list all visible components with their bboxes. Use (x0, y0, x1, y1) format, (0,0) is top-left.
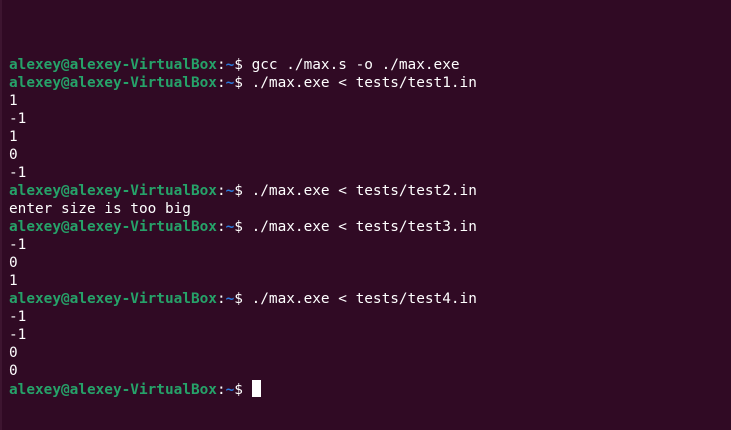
output-line: 1 (9, 128, 731, 146)
prompt-path: ~ (225, 75, 235, 91)
prompt-separator: : (216, 291, 226, 307)
output-line: 0 (9, 146, 731, 164)
prompt-line: alexey@alexey-VirtualBox:~$ (9, 380, 731, 398)
command-text: ./max.exe < tests/test3.in (251, 219, 477, 235)
prompt-dollar-sign: $ (234, 291, 252, 307)
output-text: 1 (9, 129, 18, 145)
output-text: -1 (9, 327, 27, 343)
prompt-path: ~ (225, 291, 235, 307)
output-line: 1 (9, 92, 731, 110)
output-line: 0 (9, 362, 731, 380)
prompt-path: ~ (225, 183, 235, 199)
terminal-output: alexey@alexey-VirtualBox:~$ gcc ./max.s … (9, 56, 731, 398)
prompt-user-host: alexey@alexey-VirtualBox (9, 219, 217, 235)
prompt-user-host: alexey@alexey-VirtualBox (9, 291, 217, 307)
output-line: 0 (9, 254, 731, 272)
output-line: -1 (9, 308, 731, 326)
prompt-separator: : (216, 183, 226, 199)
prompt-separator: : (216, 219, 226, 235)
prompt-user-host: alexey@alexey-VirtualBox (9, 382, 217, 398)
prompt-line: alexey@alexey-VirtualBox:~$ ./max.exe < … (9, 218, 731, 236)
prompt-line: alexey@alexey-VirtualBox:~$ ./max.exe < … (9, 74, 731, 92)
window-left-edge (0, 0, 2, 430)
output-text: enter size is too big (9, 201, 191, 217)
prompt-path: ~ (225, 57, 235, 73)
terminal-window[interactable]: alexey@alexey-VirtualBox:~$ gcc ./max.s … (0, 0, 731, 430)
command-text: ./max.exe < tests/test1.in (251, 75, 477, 91)
output-text: 0 (9, 363, 18, 379)
output-text: 1 (9, 93, 18, 109)
prompt-dollar-sign: $ (234, 75, 252, 91)
prompt-separator: : (216, 57, 226, 73)
prompt-line: alexey@alexey-VirtualBox:~$ gcc ./max.s … (9, 56, 731, 74)
command-text: ./max.exe < tests/test2.in (251, 183, 477, 199)
output-text: -1 (9, 309, 27, 325)
prompt-separator: : (216, 382, 226, 398)
output-line: 0 (9, 344, 731, 362)
prompt-path: ~ (225, 382, 235, 398)
prompt-line: alexey@alexey-VirtualBox:~$ ./max.exe < … (9, 290, 731, 308)
output-text: 0 (9, 345, 18, 361)
command-text: ./max.exe < tests/test4.in (251, 291, 477, 307)
output-text: 0 (9, 255, 18, 271)
output-text: -1 (9, 111, 27, 127)
command-text: gcc ./max.s -o ./max.exe (251, 57, 460, 73)
prompt-path: ~ (225, 219, 235, 235)
prompt-user-host: alexey@alexey-VirtualBox (9, 75, 217, 91)
output-line: -1 (9, 326, 731, 344)
prompt-line: alexey@alexey-VirtualBox:~$ ./max.exe < … (9, 182, 731, 200)
output-text: -1 (9, 165, 27, 181)
output-text: 1 (9, 273, 18, 289)
output-line: -1 (9, 236, 731, 254)
output-line: enter size is too big (9, 200, 731, 218)
prompt-dollar-sign: $ (234, 57, 252, 73)
prompt-dollar-sign: $ (234, 382, 252, 398)
output-line: -1 (9, 110, 731, 128)
output-line: 1 (9, 272, 731, 290)
output-line: -1 (9, 164, 731, 182)
output-text: 0 (9, 147, 18, 163)
output-text: -1 (9, 237, 27, 253)
prompt-user-host: alexey@alexey-VirtualBox (9, 57, 217, 73)
prompt-user-host: alexey@alexey-VirtualBox (9, 183, 217, 199)
text-cursor[interactable] (251, 380, 261, 397)
prompt-dollar-sign: $ (234, 219, 252, 235)
prompt-dollar-sign: $ (234, 183, 252, 199)
prompt-separator: : (216, 75, 226, 91)
